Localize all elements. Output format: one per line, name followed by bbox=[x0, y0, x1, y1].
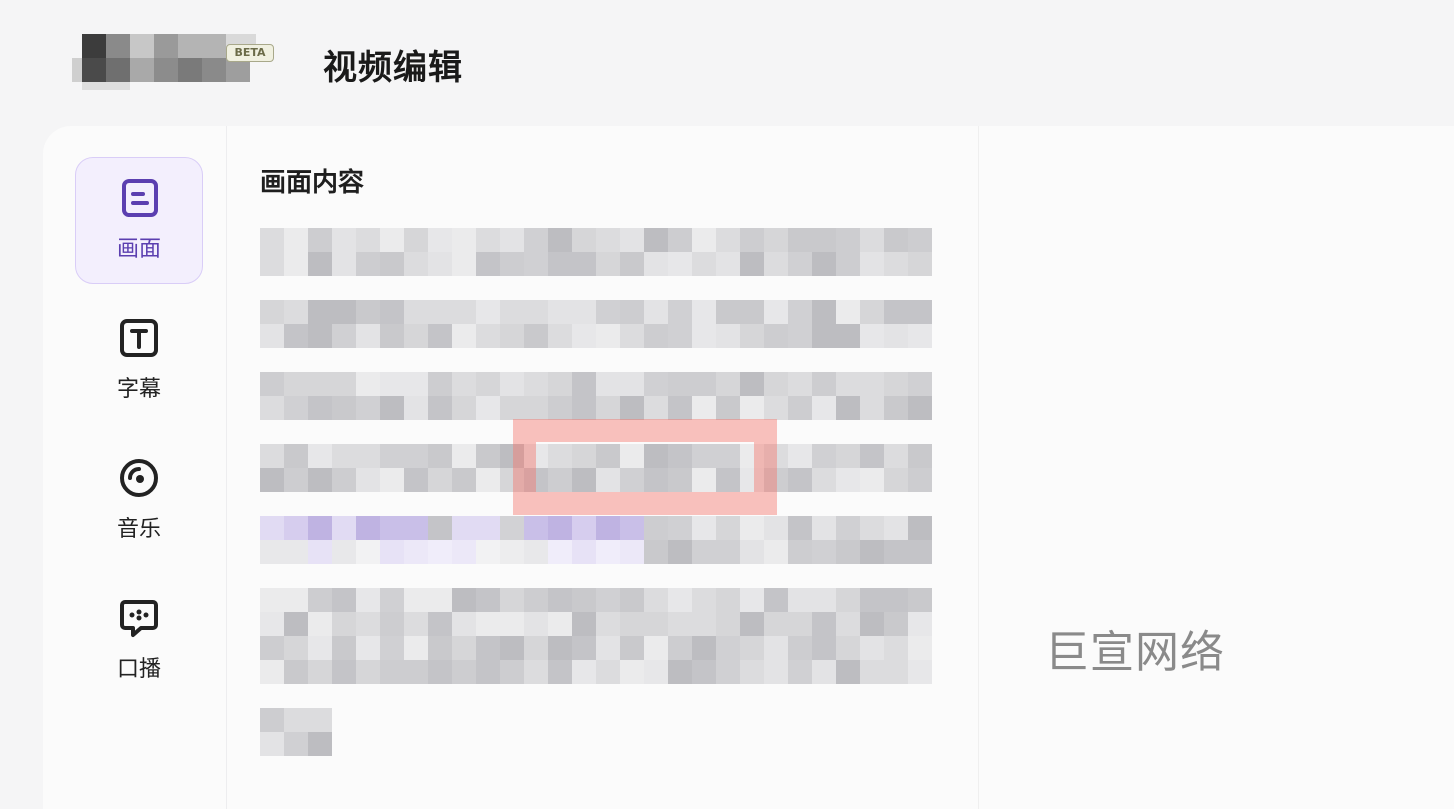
sidebar-item-label: 字幕 bbox=[116, 377, 161, 402]
beta-badge: BETA bbox=[226, 44, 274, 62]
blurred-text-line bbox=[260, 612, 932, 636]
sidebar-item-label: 口播 bbox=[116, 657, 161, 682]
speech-bubble-icon bbox=[120, 600, 158, 637]
blurred-text-line bbox=[260, 660, 932, 684]
blurred-text-line bbox=[260, 588, 932, 612]
sidebar-item-picture[interactable]: 画面 bbox=[75, 157, 203, 284]
app-logo[interactable] bbox=[72, 34, 274, 90]
blurred-text-line bbox=[260, 540, 932, 564]
blurred-text-line bbox=[260, 228, 932, 252]
blurred-text-line bbox=[260, 516, 932, 540]
blurred-text-line bbox=[260, 324, 932, 348]
music-disc-icon bbox=[120, 459, 158, 497]
blurred-text-line bbox=[260, 636, 932, 660]
page-title: 视频编辑 bbox=[323, 48, 463, 88]
text-box-icon bbox=[120, 319, 158, 357]
section-title: 画面内容 bbox=[260, 168, 365, 198]
blurred-text-line bbox=[260, 396, 932, 420]
sidebar-item-subtitles[interactable]: 字幕 bbox=[75, 298, 203, 425]
blurred-text-line bbox=[260, 300, 932, 324]
blurred-text-line bbox=[260, 252, 932, 276]
blurred-text-line bbox=[260, 732, 332, 756]
document-icon bbox=[122, 179, 158, 217]
blurred-text-line bbox=[260, 372, 932, 396]
highlight-box bbox=[513, 419, 777, 515]
blurred-text-line bbox=[260, 708, 332, 732]
sidebar-item-label: 画面 bbox=[116, 237, 161, 262]
sidebar-item-music[interactable]: 音乐 bbox=[75, 438, 203, 565]
sidebar-item-voiceover[interactable]: 口播 bbox=[75, 578, 203, 705]
watermark-label: 巨宣网络 bbox=[1045, 627, 1225, 678]
panel-divider bbox=[978, 126, 979, 809]
app-header: BETA 视频编辑 bbox=[0, 0, 1454, 126]
sidebar-item-label: 音乐 bbox=[116, 517, 161, 542]
